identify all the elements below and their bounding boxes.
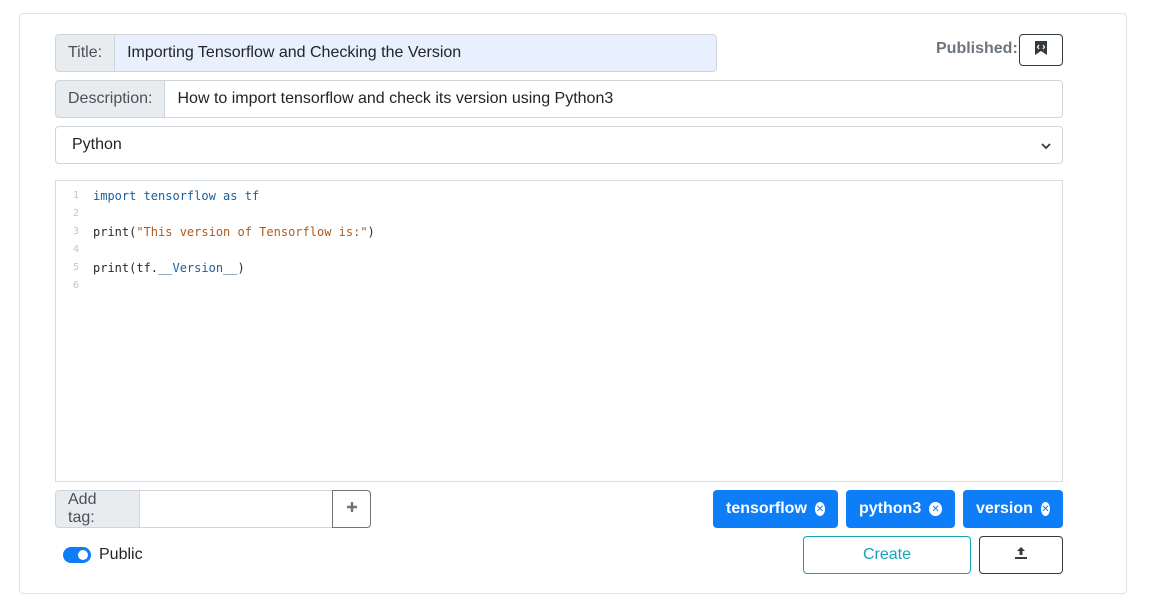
line-number: 5	[72, 262, 79, 273]
description-input[interactable]: How to import tensorflow and check its v…	[165, 80, 1063, 118]
tag-chip-tensorflow: tensorflow ✕	[713, 490, 838, 528]
code-token: "This version of Tensorflow is:"	[136, 225, 368, 239]
public-label: Public	[99, 546, 143, 563]
code-token: import tensorflow as tf	[93, 189, 260, 203]
tag-chip-python3: python3 ✕	[846, 490, 955, 528]
title-input-group: Title: Importing Tensorflow and Checking…	[55, 34, 717, 72]
line-number: 1	[72, 190, 79, 201]
title-label: Title:	[55, 34, 116, 72]
code-text: print("This version of Tensorflow is:")	[93, 223, 375, 241]
line-number: 6	[72, 280, 79, 291]
code-text: import tensorflow as tf	[93, 187, 259, 205]
code-line: 5 print(tf.__Version__)	[56, 259, 1062, 277]
language-selected-value: Python	[72, 136, 122, 153]
tag-chip-label: python3	[859, 500, 922, 517]
published-label: Published:	[936, 40, 1018, 57]
description-label: Description:	[55, 80, 166, 118]
code-line: 6	[56, 277, 1062, 295]
tag-chip-label: tensorflow	[726, 500, 807, 517]
line-number: 4	[72, 244, 79, 255]
close-circle-icon[interactable]: ✕	[1040, 502, 1050, 516]
code-token: print(tf.	[93, 261, 159, 275]
plus-icon	[346, 500, 358, 518]
title-input[interactable]: Importing Tensorflow and Checking the Ve…	[115, 34, 717, 72]
published-toggle-button[interactable]	[1019, 34, 1063, 66]
line-number: 3	[72, 226, 79, 237]
code-line: 3 print("This version of Tensorflow is:")	[56, 223, 1062, 241]
code-token: )	[237, 261, 245, 275]
code-line: 4	[56, 241, 1062, 259]
add-tag-group: Add tag:	[55, 490, 371, 528]
description-input-group: Description: How to import tensorflow an…	[55, 80, 1063, 118]
bookmark-code-icon	[1034, 40, 1048, 61]
add-tag-label: Add tag:	[55, 490, 141, 528]
public-toggle-row: Public	[63, 546, 143, 564]
upload-button[interactable]	[979, 536, 1063, 574]
code-text: print(tf.__Version__)	[93, 259, 245, 277]
add-tag-input[interactable]	[140, 490, 333, 528]
close-circle-icon[interactable]: ✕	[929, 502, 942, 516]
code-editor[interactable]: 1 import tensorflow as tf 2 3 print("This ve…	[55, 180, 1063, 482]
code-token: __Version__	[158, 261, 238, 275]
tag-chip-version: version ✕	[963, 490, 1063, 528]
close-circle-icon[interactable]: ✕	[814, 502, 825, 516]
code-line: 1 import tensorflow as tf	[56, 187, 1062, 205]
code-line: 2	[56, 205, 1062, 223]
line-number: 2	[72, 208, 79, 219]
code-token: )	[367, 225, 375, 239]
public-toggle[interactable]	[63, 547, 91, 563]
language-select[interactable]: Python	[55, 126, 1063, 164]
add-tag-button[interactable]	[332, 490, 371, 528]
create-button[interactable]: Create	[803, 536, 971, 574]
code-token: print(	[93, 225, 137, 239]
chevron-down-icon	[1040, 139, 1052, 157]
upload-icon	[1014, 546, 1028, 565]
tag-chip-label: version	[976, 500, 1033, 517]
